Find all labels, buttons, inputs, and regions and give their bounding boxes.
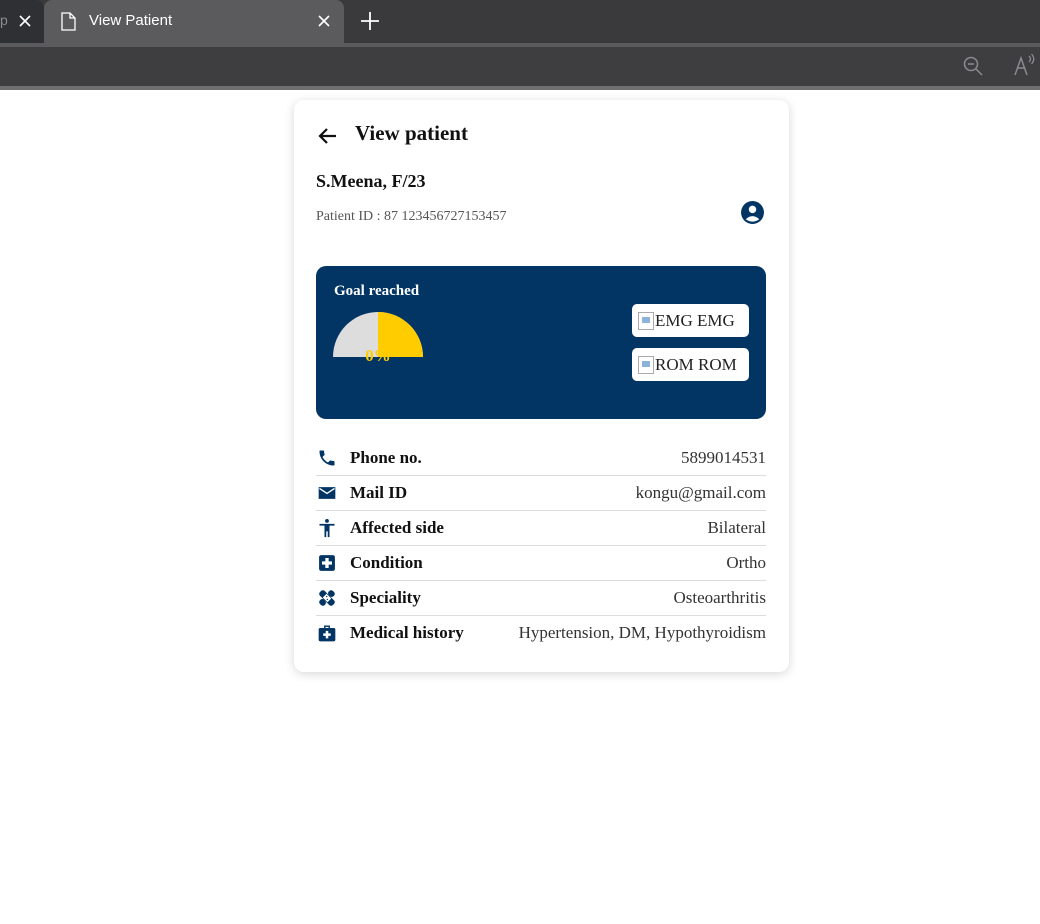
tab-title: View Patient <box>89 12 173 29</box>
emg-image-broken: EMG <box>638 311 693 331</box>
emg-label: EMG <box>697 310 735 330</box>
patient-name: S.Meena, F/23 <box>316 171 426 191</box>
patient-id: Patient ID : 87 123456727153457 <box>316 209 507 224</box>
patient-card: View patient S.Meena, F/23 Patient ID : … <box>294 100 789 672</box>
emg-button[interactable]: EMG EMG <box>632 304 749 337</box>
rom-image-broken: ROM <box>638 355 694 375</box>
account-circle-icon[interactable] <box>740 200 765 225</box>
browser-toolbar <box>0 47 1040 86</box>
detail-value: Bilateral <box>707 518 766 537</box>
detail-label: Condition <box>350 553 423 572</box>
active-tab[interactable]: View Patient <box>44 0 344 43</box>
read-aloud-icon[interactable] <box>1012 53 1038 79</box>
goal-panel: Goal reached 0% EMG EMG ROM ROM <box>316 266 766 419</box>
detail-value: Osteoarthritis <box>673 588 766 607</box>
back-arrow-icon[interactable] <box>316 124 340 148</box>
close-tab-icon[interactable] <box>316 13 332 29</box>
goal-percent: 0% <box>365 346 391 365</box>
toolbar-divider <box>0 86 1040 90</box>
phone-icon <box>319 450 335 466</box>
rom-label: ROM <box>697 354 737 374</box>
detail-value: Ortho <box>726 553 766 572</box>
detail-label: Mail ID <box>350 483 408 502</box>
detail-row-mail: Mail ID kongu@gmail.com <box>316 476 766 511</box>
goal-label: Goal reached <box>334 283 420 299</box>
detail-label: Phone no. <box>350 448 422 467</box>
detail-row-condition: Condition Ortho <box>316 546 766 581</box>
detail-row-speciality: Speciality Osteoarthritis <box>316 581 766 616</box>
person-icon <box>319 519 335 538</box>
previous-tab-title: p <box>0 12 8 28</box>
new-tab-icon[interactable] <box>358 9 382 33</box>
browser-tab-bar: p View Patient <box>0 0 1040 43</box>
mail-icon <box>318 487 336 499</box>
medical-bag-icon <box>318 625 336 642</box>
patient-details-list: Phone no. 5899014531 Mail ID kongu@gmail… <box>316 441 766 651</box>
detail-row-medical-history: Medical history Hypertension, DM, Hypoth… <box>316 616 766 651</box>
detail-row-affected-side: Affected side Bilateral <box>316 511 766 546</box>
close-tab-icon[interactable] <box>17 13 33 29</box>
bandage-icon <box>319 590 335 606</box>
rom-button[interactable]: ROM ROM <box>632 348 749 381</box>
zoom-out-icon[interactable] <box>962 55 984 77</box>
page-title: View patient <box>355 121 468 145</box>
detail-value: kongu@gmail.com <box>635 483 766 502</box>
medical-cross-icon <box>319 555 335 571</box>
detail-value: Hypertension, DM, Hypothyroidism <box>518 623 766 642</box>
detail-label: Speciality <box>350 588 421 607</box>
detail-value: 5899014531 <box>681 448 766 467</box>
detail-label: Affected side <box>350 518 444 537</box>
previous-tab[interactable]: p <box>0 0 44 43</box>
detail-row-phone: Phone no. 5899014531 <box>316 441 766 476</box>
detail-label: Medical history <box>350 623 464 642</box>
document-icon <box>61 12 76 31</box>
